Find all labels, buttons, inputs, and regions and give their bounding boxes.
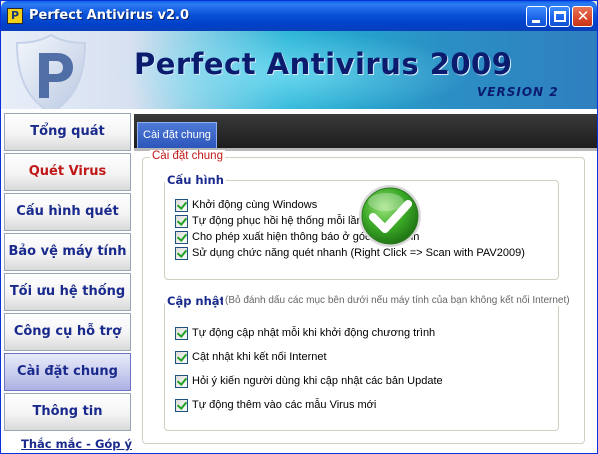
option-label: Tự động cập nhật mỗi khi khởi động chươn…	[192, 327, 436, 339]
checkbox[interactable]	[175, 230, 188, 244]
checkbox[interactable]	[175, 350, 188, 364]
update-group: Cập nhật (Bỏ đánh dấu các mục bên dưới n…	[164, 294, 572, 431]
maximize-icon	[554, 11, 566, 22]
tab-cai-dat-chung[interactable]: Cài đặt chung	[137, 122, 217, 149]
option-label: Cật nhật khi kết nối Internet	[192, 351, 327, 363]
header-banner: Perfect Antivirus 2009 VERSION 2	[1, 31, 597, 109]
checkbox[interactable]	[175, 374, 188, 388]
tab-strip: Cài đặt chung	[134, 114, 597, 151]
section-title: Cài đặt chung	[150, 150, 225, 162]
option-update-on-connect[interactable]: Cật nhật khi kết nối Internet	[175, 350, 327, 364]
app-icon: P	[7, 8, 23, 24]
config-group-title: Cấu hình	[165, 173, 226, 187]
maximize-button[interactable]	[549, 6, 570, 27]
close-button[interactable]: ✕	[572, 6, 593, 27]
checkbox[interactable]	[175, 246, 188, 260]
banner-title: Perfect Antivirus 2009	[134, 47, 513, 81]
main-content: Cài đặt chung Cài đặt chung Cấu hình Khở…	[134, 109, 597, 453]
close-icon: ✕	[576, 7, 590, 25]
option-label: Tự động thêm vào các mẫu Virus mới	[192, 399, 377, 411]
app-window: P Perfect Antivirus v2.0 ✕ Perfect Antiv…	[0, 0, 598, 454]
option-update-on-start[interactable]: Tự động cập nhật mỗi khi khởi động chươn…	[175, 326, 435, 340]
sidebar-nav: Tổng quát Quét Virus Cấu hình quét Bảo v…	[1, 109, 134, 453]
option-ask-before-update[interactable]: Hỏi ý kiến người dùng khi cập nhật các b…	[175, 374, 443, 388]
minimize-button[interactable]	[526, 6, 547, 27]
update-group-note: (Bỏ đánh dấu các mục bên dưới nếu máy tí…	[223, 295, 572, 306]
sidebar-item-cau-hinh-quet[interactable]: Cấu hình quét	[4, 193, 131, 231]
title-bar[interactable]: P Perfect Antivirus v2.0 ✕	[1, 1, 597, 31]
sidebar-item-cai-dat-chung[interactable]: Cài đặt chung	[4, 353, 131, 391]
green-check-icon	[359, 185, 421, 247]
sidebar-item-thong-tin[interactable]: Thông tin	[4, 393, 131, 431]
sidebar-item-cong-cu-ho-tro[interactable]: Công cụ hỗ trợ	[4, 313, 131, 351]
checkbox[interactable]	[175, 326, 188, 340]
sidebar-item-tong-quat[interactable]: Tổng quát	[4, 113, 131, 151]
checkbox[interactable]	[175, 198, 188, 212]
option-label: Hỏi ý kiến người dùng khi cập nhật các b…	[192, 375, 443, 387]
checkbox[interactable]	[175, 398, 188, 412]
shield-logo-icon	[15, 33, 87, 109]
help-feedback-link[interactable]: Thắc mắc - Góp ý	[21, 437, 132, 451]
option-start-with-windows[interactable]: Khởi động cùng Windows	[175, 198, 317, 212]
banner-version: VERSION 2	[477, 85, 559, 99]
sidebar-item-quet-virus[interactable]: Quét Virus	[4, 153, 131, 191]
option-quick-scan[interactable]: Sử dụng chức năng quét nhanh (Right Clic…	[175, 246, 525, 260]
sidebar-item-toi-uu-he-thong[interactable]: Tối ưu hệ thống	[4, 273, 131, 311]
sidebar-item-bao-ve-may-tinh[interactable]: Bảo vệ máy tính	[4, 233, 131, 271]
minimize-icon	[532, 20, 540, 23]
option-label: Khởi động cùng Windows	[192, 199, 318, 211]
window-title: Perfect Antivirus v2.0	[29, 8, 190, 23]
update-group-title: Cập nhật	[165, 294, 228, 308]
checkbox[interactable]	[175, 214, 188, 228]
option-add-virus-signatures[interactable]: Tự động thêm vào các mẫu Virus mới	[175, 398, 376, 412]
